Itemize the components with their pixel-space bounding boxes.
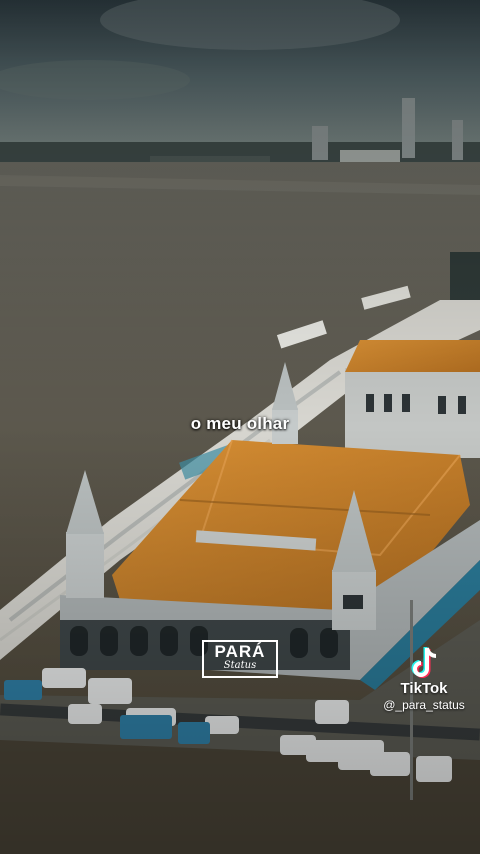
para-status-logo: PARÁ Status <box>202 640 278 678</box>
subtitle-caption: o meu olhar <box>190 414 290 433</box>
tiktok-watermark: TikTok @_para_status <box>368 644 480 713</box>
tiktok-handle: @_para_status <box>383 698 465 712</box>
logo-main-text: PARÁ <box>214 642 266 661</box>
tiktok-icon <box>411 647 437 678</box>
logo-script-text: Status <box>223 660 257 671</box>
tiktok-brand-text: TikTok <box>400 680 448 697</box>
video-frame: o meu olhar PARÁ Status TikTok @_para_st… <box>0 0 480 854</box>
